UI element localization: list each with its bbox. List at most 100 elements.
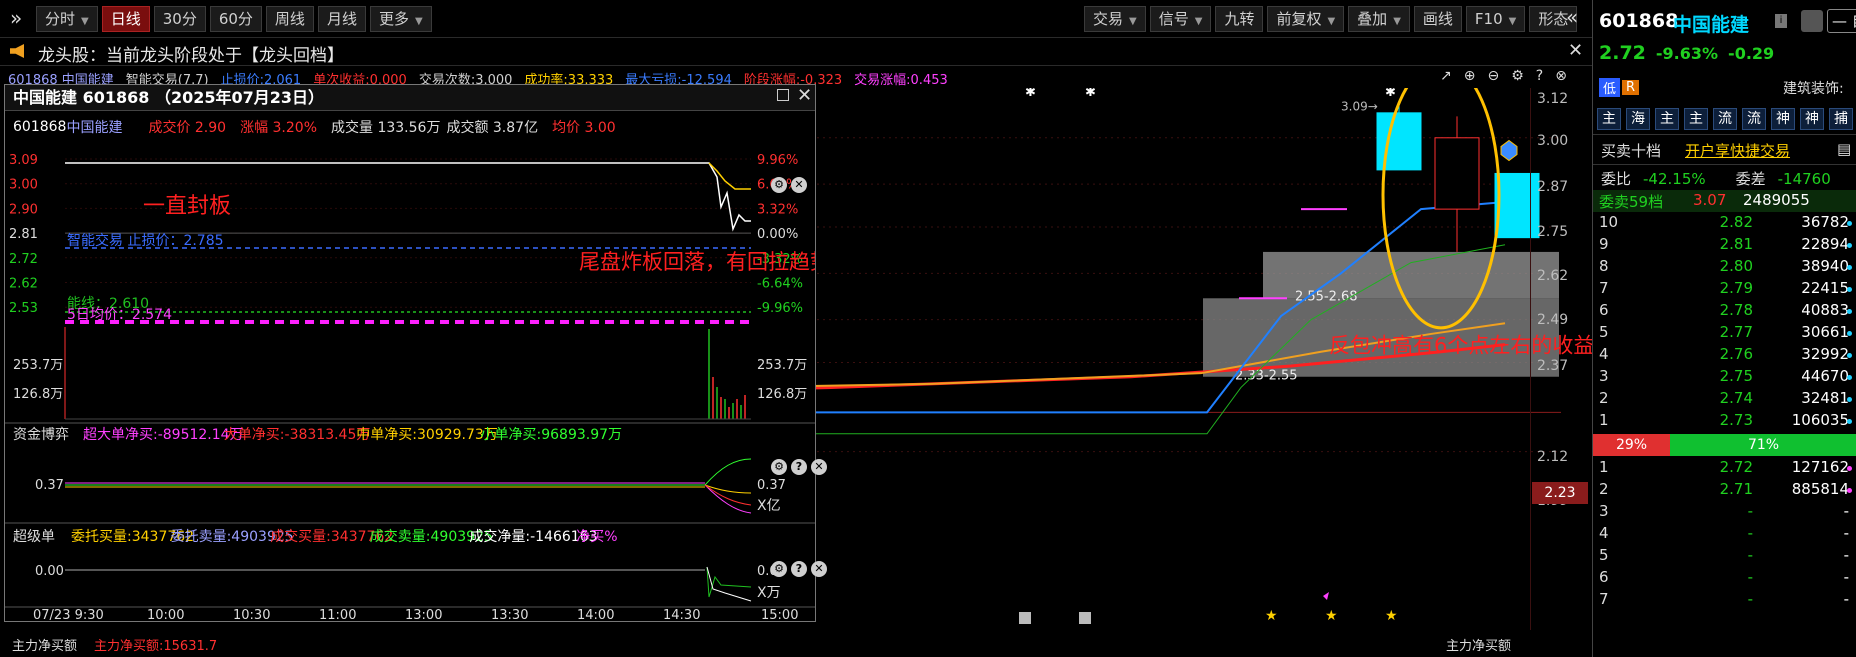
quote-volume: 成交量 133.56万 <box>331 120 441 136</box>
sector-label: 建筑装饰: <box>1783 81 1844 97</box>
tool-button-0[interactable]: 交易 ▼ <box>1084 6 1146 32</box>
ask-row: 4 2.76 32992 <box>1593 345 1856 367</box>
close-icon[interactable]: ✕ <box>791 177 807 193</box>
indicator-tab-8[interactable]: 捕 <box>1829 108 1853 130</box>
intraday-chart[interactable]: 3.093.002.902.812.722.622.539.96%6.64%3.… <box>5 137 815 621</box>
zone-label: 2.55-2.68 <box>1295 289 1358 304</box>
gear-icon[interactable]: ⚙ <box>771 177 787 193</box>
self-select-button[interactable]: — 自选 <box>1827 9 1856 33</box>
tool-button-6[interactable]: F10 ▼ <box>1465 6 1526 32</box>
super-line <box>706 566 752 602</box>
share-icon[interactable]: ↗ <box>1440 68 1452 84</box>
book-vol: 40883 <box>1801 301 1849 319</box>
gear-icon[interactable]: ⚙ <box>1511 68 1524 84</box>
bid-row: 7 - - <box>1593 590 1856 612</box>
period-tab-5[interactable]: 月线 <box>317 6 366 32</box>
tool-button-1[interactable]: 信号 ▼ <box>1149 6 1212 32</box>
book-lv: 2 <box>1599 389 1609 407</box>
indicator-tab-1[interactable]: 海 <box>1626 108 1650 130</box>
close-icon[interactable]: ✕ <box>811 561 827 577</box>
triangle-marker-icon <box>1323 592 1329 600</box>
period-tab-0[interactable]: 分时 ▼ <box>36 6 98 32</box>
indicator-tab-6[interactable]: 神 <box>1771 108 1795 130</box>
fund-item: 小单净买:96893.97万 <box>481 427 623 443</box>
vol-tick: 253.7万 <box>757 358 807 373</box>
caret-down-icon: ▼ <box>414 16 423 27</box>
gear-icon[interactable]: ⚙ <box>771 459 787 475</box>
doc-icon <box>1019 612 1031 624</box>
indicator-tab-5[interactable]: 流 <box>1742 108 1766 130</box>
sell-total-row: 委卖59档 3.07 2489055 <box>1593 190 1856 212</box>
expand-icon[interactable]: » <box>10 6 22 30</box>
current-price: 2.72 <box>1599 42 1646 64</box>
fund-unit: X亿 <box>757 498 781 514</box>
weicha-label: 委差 <box>1735 170 1766 188</box>
period-tab-4[interactable]: 周线 <box>265 6 314 32</box>
price-line: 2.72 -9.63% -0.29 <box>1599 42 1774 64</box>
pct-tick: -9.96% <box>757 301 803 316</box>
period-tab-1[interactable]: 日线 <box>101 6 150 32</box>
tool-button-2[interactable]: 九转 <box>1215 6 1264 32</box>
speaker-icon <box>10 44 24 58</box>
top-toolbar: » 分时 ▼ 日线 30分 60分 周线 月线 更多 ▼ 交易 ▼ 信号 ▼ 九转 前复权 ▼ 叠加 ▼ 画线 F1… <box>0 0 1592 38</box>
period-tab-6[interactable]: 更多 ▼ <box>369 6 432 32</box>
indicator-tab-0[interactable]: 主 <box>1597 108 1621 130</box>
zone-label: 2.33-2.55 <box>1235 369 1298 384</box>
book-lv: 7 <box>1599 590 1609 608</box>
zoom-in-icon[interactable]: ⊕ <box>1464 68 1476 84</box>
indicator-tab-2[interactable]: 主 <box>1655 108 1679 130</box>
book-lv: 3 <box>1599 502 1609 520</box>
zoom-out-icon[interactable]: ⊖ <box>1487 68 1499 84</box>
tool-button-4-label: 叠加 <box>1357 10 1388 28</box>
dot-icon <box>1847 265 1852 270</box>
weicha-value: -14760 <box>1777 169 1831 188</box>
price-tick: 2.12 <box>1537 449 1569 465</box>
collapse-icon[interactable]: « <box>1566 5 1578 29</box>
indicator-tab-3[interactable]: 主 <box>1684 108 1708 130</box>
vol-tick: 126.8万 <box>757 387 807 402</box>
time-tick: 14:00 <box>577 608 614 621</box>
popup-close-icon[interactable]: ✕ <box>797 85 812 106</box>
period-tab-3-label: 60分 <box>218 10 253 28</box>
book-toggle-icon[interactable]: ▤ <box>1837 140 1851 158</box>
help-icon[interactable]: ? <box>1536 68 1543 84</box>
change-abs: -0.29 <box>1728 43 1775 63</box>
bid-row: 3 - - <box>1593 502 1856 524</box>
bid-row: 6 - - <box>1593 568 1856 590</box>
period-tab-2[interactable]: 30分 <box>153 6 206 32</box>
tool-button-5[interactable]: 画线 <box>1413 6 1462 32</box>
time-tick: 13:00 <box>405 608 442 621</box>
help-icon[interactable]: ? <box>791 459 807 475</box>
tool-button-4[interactable]: 叠加 ▼ <box>1348 6 1410 32</box>
period-tab-3[interactable]: 60分 <box>209 6 262 32</box>
tool-button-3[interactable]: 前复权 ▼ <box>1267 6 1345 32</box>
gear-icon[interactable]: ⚙ <box>771 561 787 577</box>
popup-restore-icon[interactable] <box>777 89 789 101</box>
close-icon[interactable]: ⊗ <box>1555 68 1567 84</box>
quote-header: 601868 中国能建 成交价 2.90 涨幅 3.20% 成交量 133.56… <box>5 115 630 139</box>
book-pr: 2.75 <box>1719 367 1753 385</box>
close-icon[interactable]: ✕ <box>811 459 827 475</box>
book-lv: 4 <box>1599 524 1609 542</box>
tool-button-6-label: F10 <box>1474 10 1503 28</box>
close-alert-icon[interactable]: ✕ <box>1568 40 1583 61</box>
quick-trade-link[interactable]: 开户享快捷交易 <box>1685 140 1790 161</box>
period-tab-1-label: 日线 <box>110 10 141 28</box>
help-icon[interactable]: ? <box>791 561 807 577</box>
ask-row: 8 2.80 38940 <box>1593 257 1856 279</box>
ratio-sell: 29% <box>1593 434 1670 456</box>
period-tab-5-label: 月线 <box>326 10 357 28</box>
fund-item: 大单净买:-38313.45万 <box>224 427 371 443</box>
bell-icon[interactable] <box>1801 10 1823 32</box>
price-tick: 2.87 <box>1537 179 1569 195</box>
indicator-tab-7[interactable]: 神 <box>1800 108 1824 130</box>
dot-icon <box>1847 309 1852 314</box>
order-book-tab[interactable]: 买卖十档 <box>1601 140 1661 161</box>
info-icon[interactable]: i <box>1775 14 1787 28</box>
indicator-tab-4[interactable]: 流 <box>1713 108 1737 130</box>
book-vol: - <box>1843 502 1849 520</box>
book-lv: 8 <box>1599 257 1609 275</box>
ask-row: 10 2.82 36782 <box>1593 213 1856 235</box>
super-tick: 0.00 <box>35 564 64 579</box>
intraday-popup: 中国能建 601868 （2025年07月23日） ✕ 601868 中国能建 … <box>4 84 827 622</box>
